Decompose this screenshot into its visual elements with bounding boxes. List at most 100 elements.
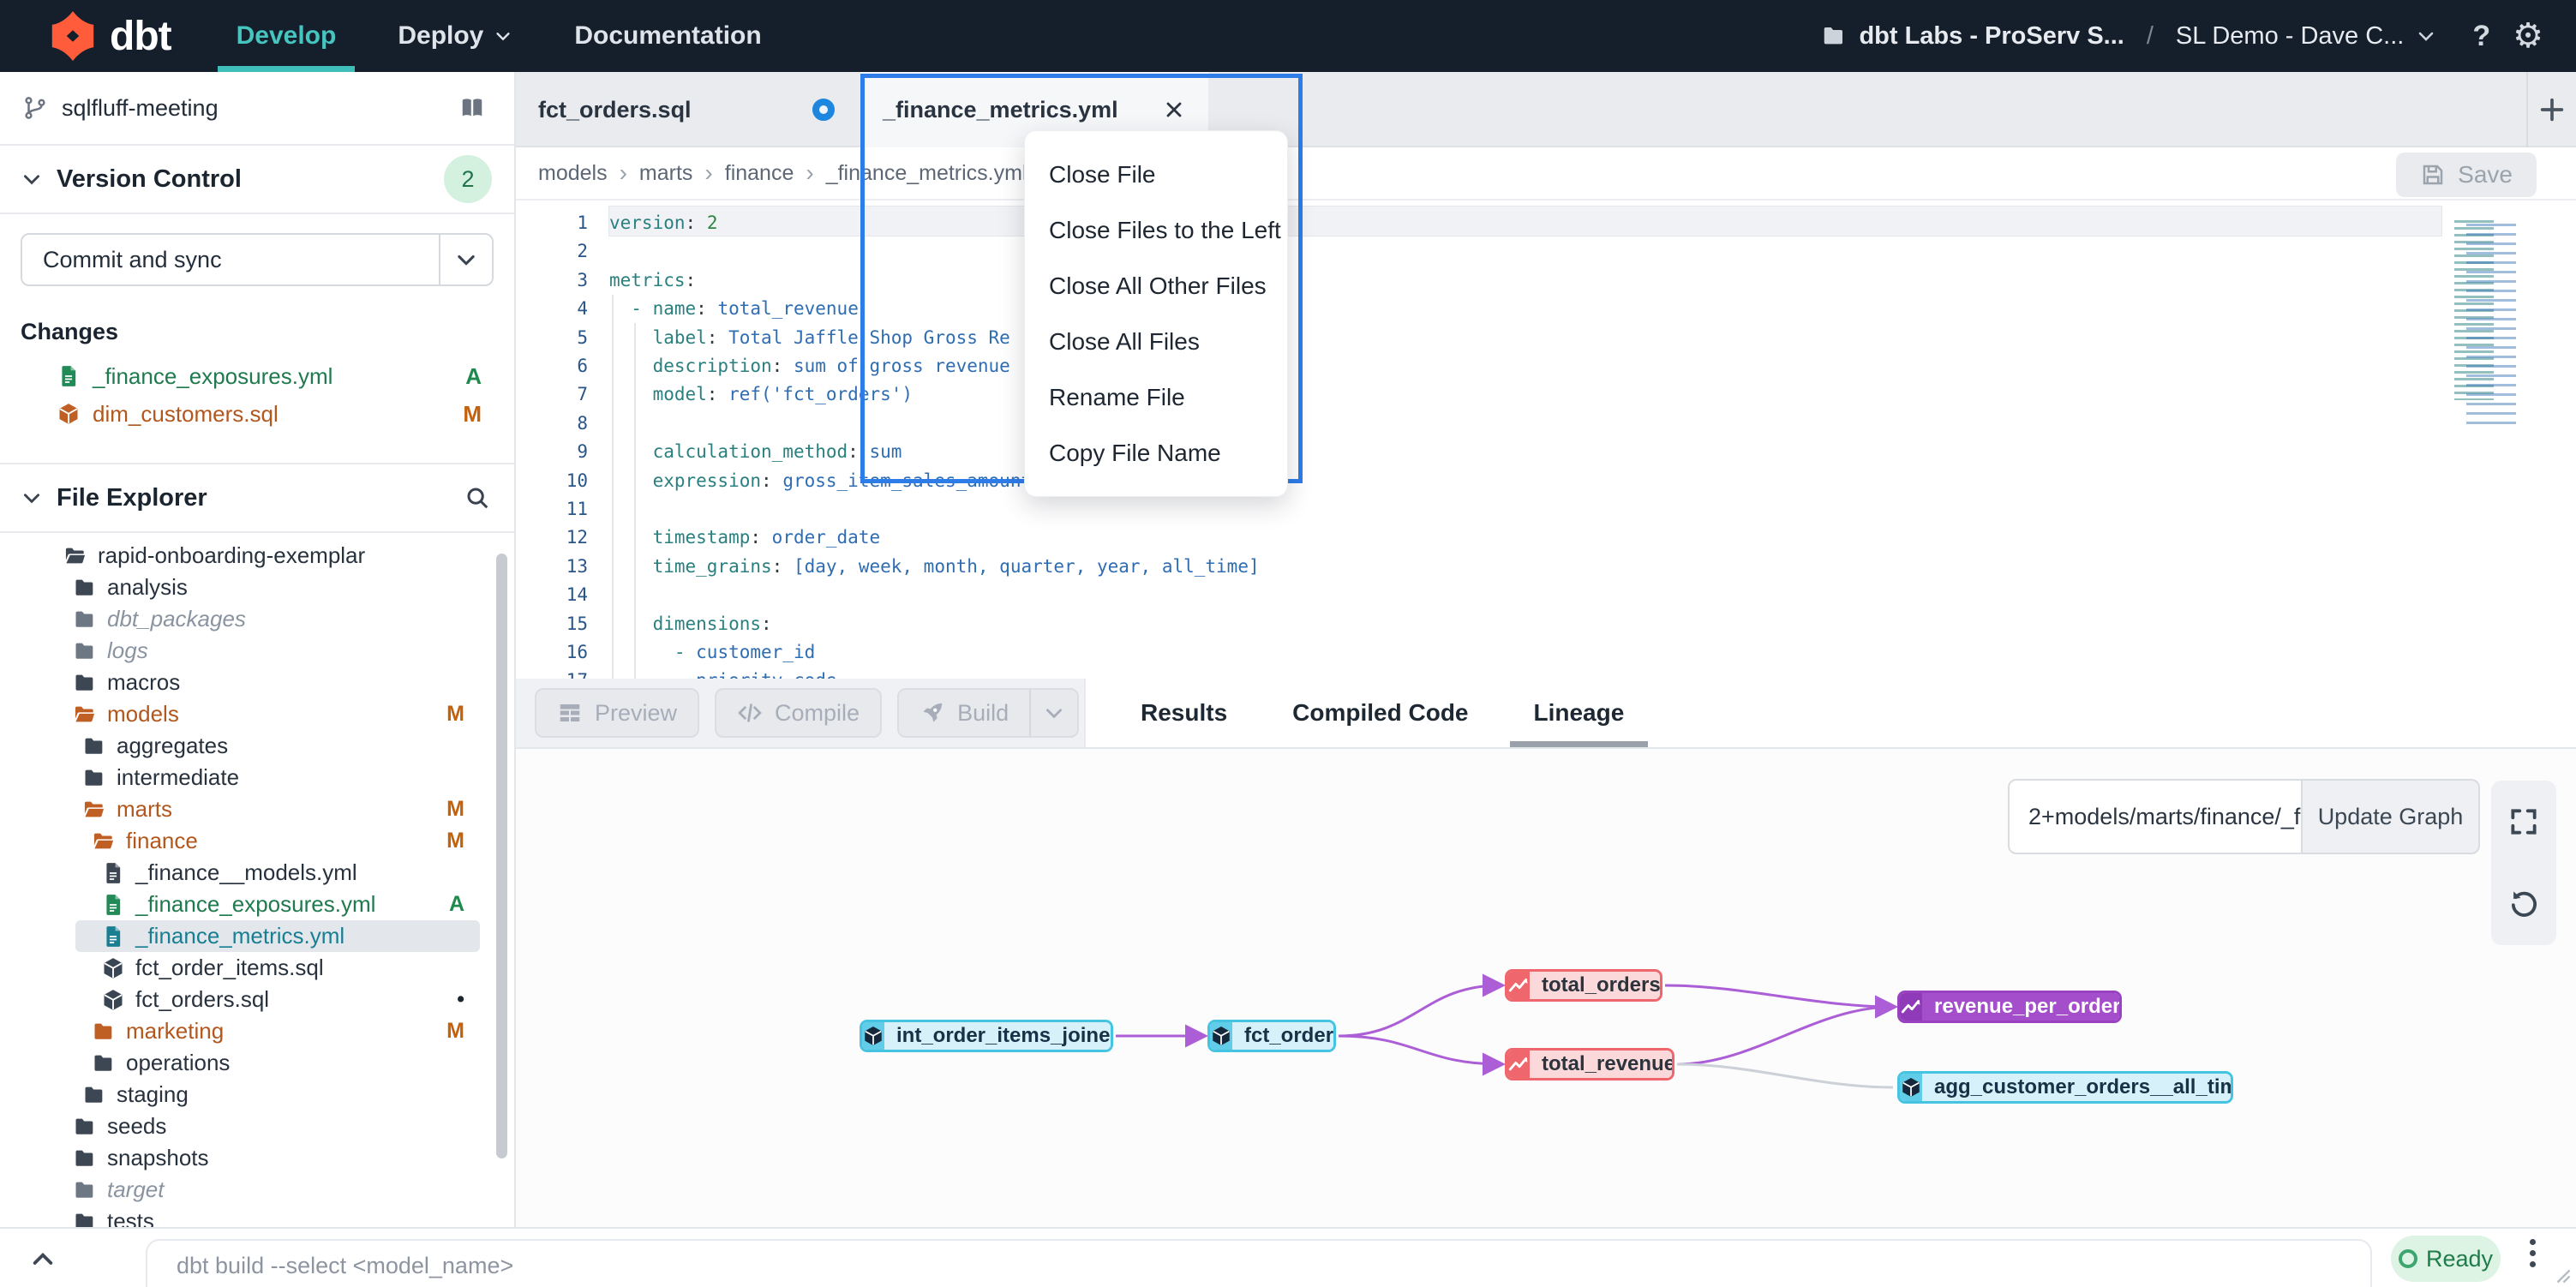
resize-grip-icon[interactable] xyxy=(2549,1261,2573,1285)
tree-item-aggregates[interactable]: aggregates xyxy=(0,730,514,762)
fullscreen-icon[interactable] xyxy=(2507,805,2540,838)
lineage-node-int_order_items_joined[interactable]: int_order_items_joined xyxy=(860,1020,1113,1052)
tree-item-rapid-onboarding-exemplar[interactable]: rapid-onboarding-exemplar xyxy=(0,540,514,572)
line-number: 16 xyxy=(516,638,588,667)
tree-item-snapshots[interactable]: snapshots xyxy=(0,1142,514,1174)
tree-item-analysis[interactable]: analysis xyxy=(0,572,514,603)
build-button[interactable]: Build xyxy=(897,688,1079,738)
line-number: 15 xyxy=(516,609,588,638)
update-graph-button[interactable]: Update Graph xyxy=(2303,779,2480,854)
nav-link-develop[interactable]: Develop xyxy=(237,21,337,51)
panel-tab-compiled-code[interactable]: Compiled Code xyxy=(1287,679,1473,747)
tree-status-badge: A xyxy=(449,892,464,917)
menu-item-rename-file[interactable]: Rename File xyxy=(1025,369,1287,425)
code-line-8: 8 xyxy=(516,409,2576,438)
tree-item-_finance_exposures.yml[interactable]: _finance_exposures.ymlA xyxy=(0,889,514,920)
line-number: 6 xyxy=(516,351,588,380)
folder-open-icon xyxy=(92,829,116,853)
folder-icon xyxy=(73,576,97,600)
code-line-1: 1version: 2 xyxy=(516,208,2576,237)
kebab-menu-icon[interactable] xyxy=(2530,1239,2536,1267)
tab-context-menu: Close FileClose Files to the LeftClose A… xyxy=(1024,130,1288,497)
lineage-node-revenue_per_order[interactable]: revenue_per_order xyxy=(1897,991,2122,1023)
line-number: 4 xyxy=(516,294,588,323)
save-button[interactable]: Save xyxy=(2396,153,2537,197)
lineage-node-agg_customer_orders__all_time[interactable]: agg_customer_orders__all_time xyxy=(1897,1071,2233,1104)
change-item[interactable]: dim_customers.sqlM xyxy=(21,395,494,433)
build-options-button[interactable] xyxy=(1029,690,1077,736)
folder-icon xyxy=(92,1020,116,1044)
tree-item-marketing[interactable]: marketingM xyxy=(0,1015,514,1047)
tree-item-_finance__models.yml[interactable]: _finance__models.yml xyxy=(0,857,514,889)
chevron-down-icon xyxy=(1043,702,1065,724)
tree-scrollbar[interactable] xyxy=(496,554,507,1158)
tree-item-fct_order_items.sql[interactable]: fct_order_items.sql xyxy=(0,952,514,984)
tree-item-label: finance xyxy=(126,828,198,854)
lineage-filter-input[interactable]: 2+models/marts/finance/_fir xyxy=(2008,779,2303,854)
ready-status-badge[interactable]: Ready xyxy=(2391,1236,2501,1282)
tree-item-dbt_packages[interactable]: dbt_packages xyxy=(0,603,514,635)
git-branch-icon xyxy=(22,95,48,121)
lineage-node-total_orders[interactable]: total_orders xyxy=(1505,969,1662,1002)
lineage-node-total_revenue[interactable]: total_revenue xyxy=(1505,1048,1674,1080)
tree-item-operations[interactable]: operations xyxy=(0,1047,514,1079)
tree-item-models[interactable]: modelsM xyxy=(0,698,514,730)
tree-item-_finance_metrics.yml[interactable]: _finance_metrics.yml xyxy=(0,920,514,952)
change-item[interactable]: _finance_exposures.ymlA xyxy=(21,357,494,395)
command-input[interactable]: dbt build --select <model_name> xyxy=(146,1239,2372,1287)
minimap[interactable] xyxy=(2454,220,2519,477)
tree-status-badge: • xyxy=(457,987,464,1012)
tree-status-badge: M xyxy=(446,797,464,822)
git-branch-row[interactable]: sqlfluff-meeting xyxy=(0,72,514,146)
code-line-11: 11 xyxy=(516,494,2576,524)
panel-tab-results[interactable]: Results xyxy=(1135,679,1232,747)
tree-item-macros[interactable]: macros xyxy=(0,667,514,698)
ready-label: Ready xyxy=(2426,1246,2493,1272)
file-explorer-header[interactable]: File Explorer xyxy=(0,464,514,533)
new-tab-button[interactable] xyxy=(2526,72,2576,147)
menu-item-close-files-to-the-left[interactable]: Close Files to the Left xyxy=(1025,202,1287,258)
close-icon[interactable] xyxy=(1162,98,1186,122)
gear-icon[interactable]: ⚙ xyxy=(2513,19,2543,53)
tree-item-staging[interactable]: staging xyxy=(0,1079,514,1110)
tree-item-tests[interactable]: tests xyxy=(0,1206,514,1227)
tree-item-label: snapshots xyxy=(107,1145,209,1171)
reset-view-icon[interactable] xyxy=(2507,888,2540,920)
tree-item-seeds[interactable]: seeds xyxy=(0,1110,514,1142)
folder-icon xyxy=(73,608,97,632)
docs-book-icon[interactable] xyxy=(459,95,485,121)
compile-button[interactable]: Compile xyxy=(715,688,882,738)
account-switcher[interactable]: dbt Labs - ProServ S... xyxy=(1821,22,2124,51)
commit-options-button[interactable] xyxy=(439,235,492,284)
tree-item-intermediate[interactable]: intermediate xyxy=(0,762,514,793)
nav-link-documentation[interactable]: Documentation xyxy=(574,21,761,51)
tab-fct-orders[interactable]: fct_orders.sql xyxy=(516,72,860,147)
line-number: 1 xyxy=(516,208,588,237)
button-label: Preview xyxy=(595,700,677,727)
nav-link-deploy[interactable]: Deploy xyxy=(398,21,512,51)
code-line-13: 13 time_grains: [day, week, month, quart… xyxy=(516,552,2576,581)
lineage-node-fct_orders[interactable]: fct_orders xyxy=(1207,1020,1336,1052)
menu-item-close-all-other-files[interactable]: Close All Other Files xyxy=(1025,258,1287,314)
project-switcher[interactable]: SL Demo - Dave C... xyxy=(2176,22,2436,51)
doc-icon xyxy=(101,893,125,917)
tree-item-marts[interactable]: martsM xyxy=(0,793,514,825)
version-control-header[interactable]: Version Control 2 xyxy=(0,146,514,214)
button-label: Build xyxy=(957,700,1009,727)
tree-item-finance[interactable]: financeM xyxy=(0,825,514,857)
menu-item-copy-file-name[interactable]: Copy File Name xyxy=(1025,425,1287,481)
menu-item-close-all-files[interactable]: Close All Files xyxy=(1025,314,1287,369)
commit-and-sync-button[interactable]: Commit and sync xyxy=(21,233,494,286)
change-file-name: dim_customers.sql xyxy=(93,401,279,428)
tree-item-logs[interactable]: logs xyxy=(0,635,514,667)
tree-item-target[interactable]: target xyxy=(0,1174,514,1206)
panel-tab-lineage[interactable]: Lineage xyxy=(1529,679,1630,747)
search-icon[interactable] xyxy=(464,485,490,511)
grid-icon xyxy=(557,700,583,726)
menu-item-close-file[interactable]: Close File xyxy=(1025,147,1287,202)
tree-item-fct_orders.sql[interactable]: fct_orders.sql• xyxy=(0,984,514,1015)
preview-button[interactable]: Preview xyxy=(535,688,699,738)
chevron-up-icon[interactable] xyxy=(29,1246,57,1273)
code-editor[interactable]: 1version: 223metrics:4 - name: total_rev… xyxy=(516,201,2576,679)
help-icon[interactable]: ? xyxy=(2472,20,2490,53)
